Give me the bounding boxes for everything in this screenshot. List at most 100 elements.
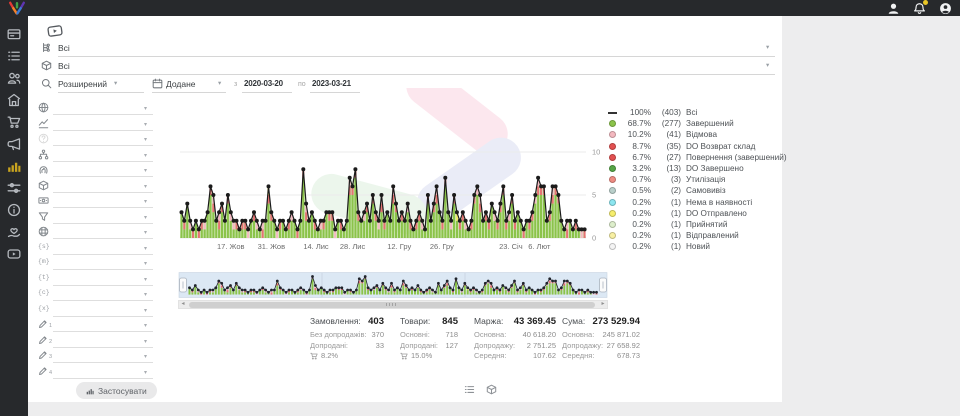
scrollbar-thumb[interactable]	[189, 302, 595, 308]
legend-dot-swatch	[608, 142, 617, 151]
legend-item[interactable]: 0.2%(1)Відправлений	[608, 230, 780, 241]
bell-icon[interactable]	[913, 2, 926, 15]
date-from-input[interactable]: 2020-03-20	[244, 79, 283, 88]
legend-item[interactable]: 0.2%(1)Нема в наявності	[608, 197, 780, 208]
chevron-down-icon[interactable]: ▾	[144, 260, 147, 267]
legend-item[interactable]: 0.2%(1)Новий	[608, 241, 780, 252]
sidebar-item-customers[interactable]	[7, 71, 21, 85]
stat-row-label: Основна:	[562, 330, 594, 341]
sidebar-item-statistics[interactable]	[7, 159, 21, 173]
chevron-down-icon[interactable]: ▾	[144, 245, 147, 252]
search-mode-select[interactable]: Розширений	[58, 79, 107, 89]
product-icon	[41, 60, 52, 71]
person-icon[interactable]	[887, 2, 900, 15]
filter-row-braces-m[interactable]: {m}▾	[28, 257, 168, 272]
filter-underline	[53, 223, 153, 224]
filter-row-braces-s[interactable]: {s}▾	[28, 242, 168, 257]
chevron-down-icon[interactable]: ▾	[144, 105, 147, 112]
legend-item[interactable]: 10.2%(41)Відмова	[608, 129, 780, 140]
topbar	[0, 0, 960, 16]
legend-item[interactable]: 0.7%(3)Утилізація	[608, 174, 780, 185]
filter-row-banknote[interactable]: ▾	[28, 195, 168, 210]
chevron-down-icon[interactable]: ▾	[144, 229, 147, 236]
chevron-down-icon[interactable]: ▾	[144, 136, 147, 143]
trend-icon	[38, 118, 49, 129]
filter-underline	[53, 192, 153, 193]
chevron-down-icon[interactable]: ▾	[766, 63, 769, 70]
calendar-icon[interactable]	[152, 78, 163, 89]
apply-chart-icon	[86, 387, 94, 395]
chevron-down-icon[interactable]: ▾	[114, 81, 117, 88]
chevron-down-icon[interactable]: ▾	[144, 121, 147, 128]
legend-item[interactable]: 0.2%(1)Прийнятий	[608, 219, 780, 230]
date-field-select[interactable]: Додане	[166, 79, 196, 89]
legend-item[interactable]: 6.7%(27)Повернення (завершений)	[608, 152, 780, 163]
sidebar-item-purchases[interactable]	[7, 115, 21, 129]
legend-item[interactable]: 100%(403)Всі	[608, 107, 780, 118]
chevron-down-icon[interactable]: ▾	[144, 183, 147, 190]
legend-item[interactable]: 8.7%(35)DO Возврат склад	[608, 141, 780, 152]
sidebar-item-warehouse[interactable]	[7, 93, 21, 107]
legend-percent: 0.2%	[622, 209, 651, 218]
legend-item[interactable]: 0.2%(1)DO Отправлено	[608, 208, 780, 219]
topbar-icons	[887, 2, 952, 15]
video-tutorial-icon[interactable]	[43, 22, 67, 41]
filter-row-package[interactable]: ▾	[28, 180, 168, 195]
orders-timeline-chart[interactable]: 051017. Жов31. Жов14. Лис28. Лис12. Гру2…	[178, 98, 608, 254]
list-icon[interactable]	[464, 384, 475, 395]
search-icon[interactable]	[41, 78, 52, 89]
scroll-right-icon[interactable]: ▸	[599, 301, 607, 308]
filter-row-fingerprint[interactable]: ▾	[28, 164, 168, 179]
filter-row-braces-c[interactable]: {c}▾	[28, 288, 168, 303]
chevron-down-icon[interactable]: ▾	[144, 152, 147, 159]
footer-tools	[464, 384, 497, 395]
sidebar-item-orders[interactable]	[7, 49, 21, 63]
package-icon[interactable]	[486, 384, 497, 395]
chevron-down-icon[interactable]: ▾	[218, 81, 221, 88]
structure-filter-value[interactable]: Всі	[58, 43, 70, 53]
sidebar-item-partners[interactable]	[7, 225, 21, 239]
legend-item[interactable]: 0.5%(2)Самовивіз	[608, 185, 780, 196]
filter-row-sitemap[interactable]: ▾	[28, 149, 168, 164]
sidebar-item-tutorials[interactable]	[7, 247, 21, 261]
chevron-down-icon[interactable]: ▾	[144, 167, 147, 174]
legend-label: Відмова	[686, 130, 717, 139]
stat-row-label: Середня:	[562, 351, 594, 362]
sidebar-item-integrations[interactable]	[7, 181, 21, 195]
summary-stats: Замовлення:403Без допродажів:370Допродан…	[28, 316, 782, 386]
filter-row-globe-grid[interactable]: ▾	[28, 226, 168, 241]
chart-scrollbar[interactable]: ◂ ▸	[178, 300, 608, 309]
legend-item[interactable]: 3.2%(13)DO Завершено	[608, 163, 780, 174]
product-filter-value[interactable]: Всі	[58, 61, 70, 71]
chevron-down-icon[interactable]: ▾	[144, 307, 147, 314]
svg-text:28. Лис: 28. Лис	[340, 242, 366, 251]
filter-row-globe[interactable]: ▾	[28, 102, 168, 117]
stat-row-label: Допродажу:	[474, 341, 515, 352]
stat-row-value: 27 658.92	[607, 341, 640, 352]
avatar-icon[interactable]	[939, 2, 952, 15]
filter-row-trend[interactable]: ▾	[28, 118, 168, 133]
sidebar-item-marketing[interactable]	[7, 137, 21, 151]
filter-row-funnel[interactable]: ▾	[28, 211, 168, 226]
filter-row-help[interactable]: ▾	[28, 133, 168, 148]
filter-row-braces-t[interactable]: {t}▾	[28, 273, 168, 288]
chevron-down-icon[interactable]: ▾	[144, 291, 147, 298]
chevron-down-icon[interactable]: ▾	[144, 276, 147, 283]
stat-header-value: 273 529.94	[592, 316, 640, 327]
main-content: Всі ▾ Всі ▾ Розширений ▾ Додане ▾ з 2020…	[28, 16, 782, 402]
sidebar-item-dashboard[interactable]	[7, 27, 21, 41]
chevron-down-icon[interactable]: ▾	[144, 198, 147, 205]
sidebar-item-info[interactable]	[7, 203, 21, 217]
scroll-left-icon[interactable]: ◂	[179, 301, 187, 308]
legend-label: DO Отправлено	[686, 209, 747, 218]
chevron-down-icon[interactable]: ▾	[144, 214, 147, 221]
legend-label: Прийнятий	[686, 220, 727, 229]
app-root: Всі ▾ Всі ▾ Розширений ▾ Додане ▾ з 2020…	[0, 0, 960, 416]
legend-item[interactable]: 68.7%(277)Завершений	[608, 118, 780, 129]
date-to-input[interactable]: 2023-03-21	[312, 79, 351, 88]
chevron-down-icon[interactable]: ▾	[766, 45, 769, 52]
chart-brush-overview[interactable]	[178, 271, 608, 299]
product-filter-underline	[58, 74, 775, 75]
app-logo-icon[interactable]	[7, 1, 27, 15]
svg-text:17. Жов: 17. Жов	[217, 242, 245, 251]
